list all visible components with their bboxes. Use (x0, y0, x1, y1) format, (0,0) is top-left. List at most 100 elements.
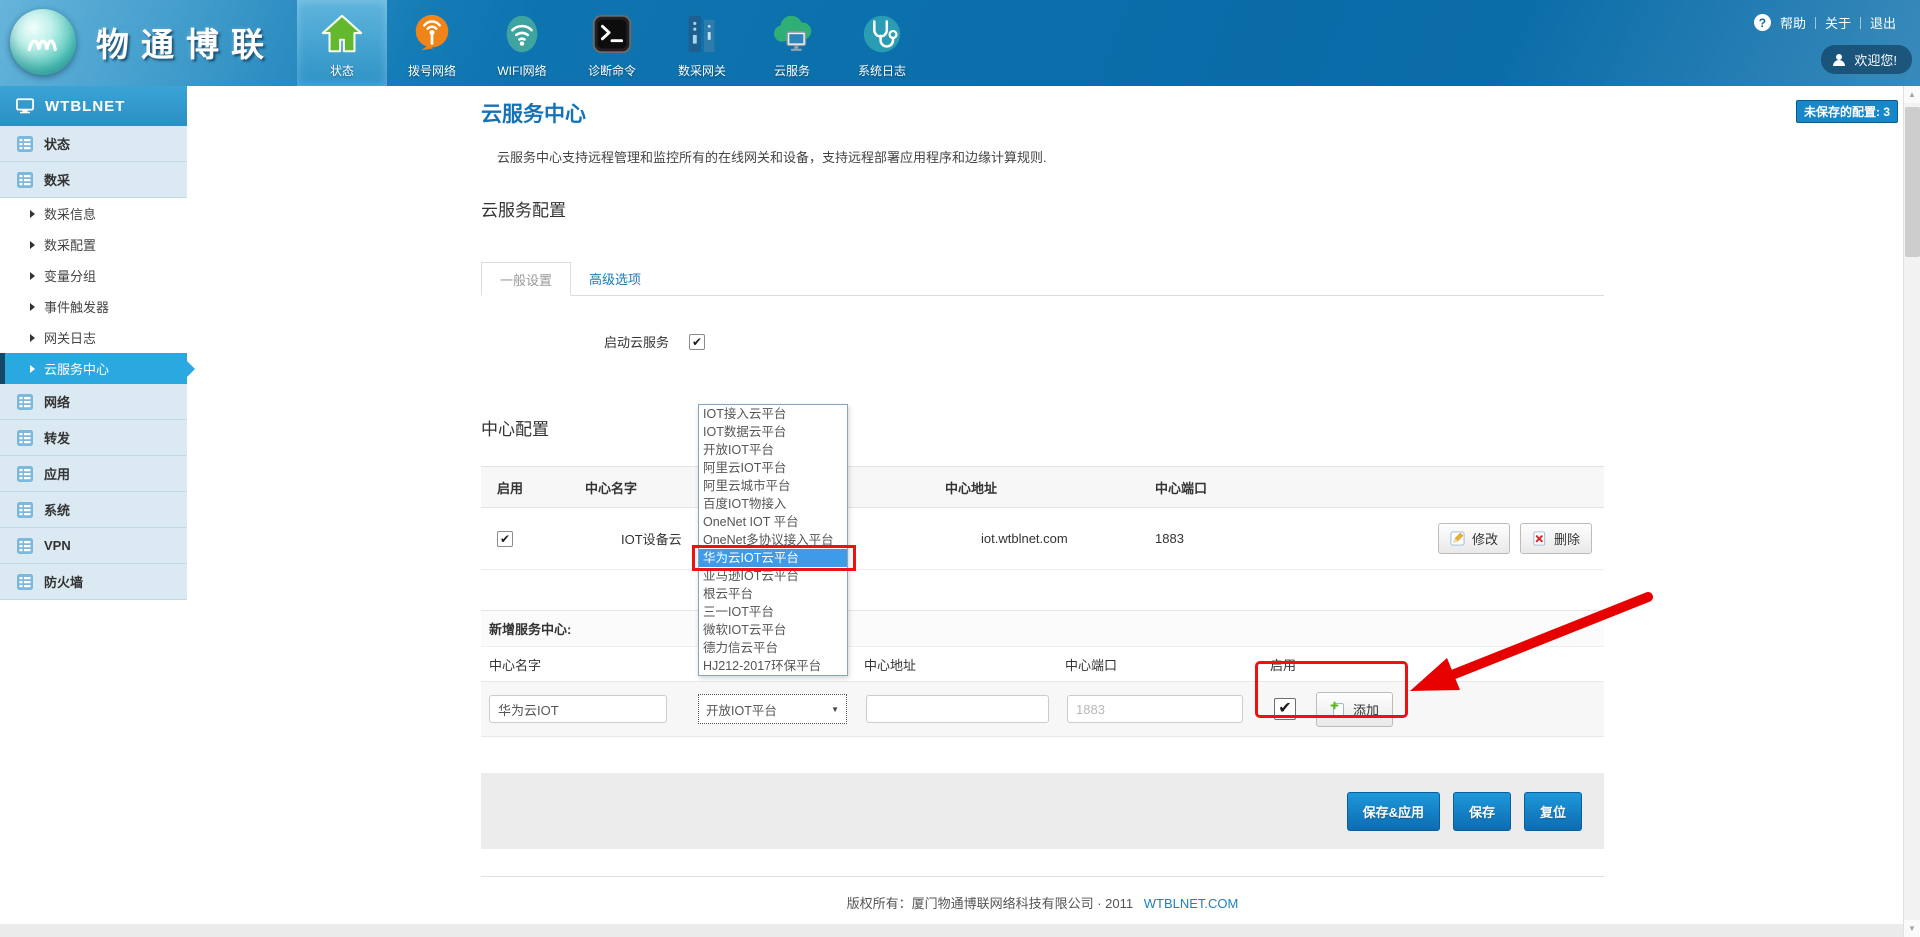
nav-item-cloud-service[interactable]: 云服务 (747, 0, 837, 86)
new-center-enable-checkbox[interactable]: ✔ (1274, 698, 1296, 720)
page-description: 云服务中心支持远程管理和监控所有的在线网关和设备，支持远程部署应用程序和边缘计算… (481, 147, 1604, 166)
sidebar-item-cloud-service-center[interactable]: 云服务中心 (0, 353, 187, 384)
sidebar-item-status[interactable]: 状态 (0, 126, 187, 162)
edit-icon (1450, 531, 1465, 546)
brand-logo: 物通博联 (10, 9, 276, 75)
dropdown-option[interactable]: 微软IOT云平台 (699, 621, 847, 639)
label-center-address: 中心地址 (864, 655, 1065, 674)
dropdown-option[interactable]: OneNet多协议接入平台 (699, 531, 847, 549)
dropdown-option[interactable]: 亚马逊IOT云平台 (699, 567, 847, 585)
scroll-up-icon[interactable]: ▲ (1904, 86, 1920, 103)
nav-item-data-gateway[interactable]: 数采网关 (657, 0, 747, 86)
tab-advanced-options[interactable]: 高级选项 (571, 262, 659, 295)
caret-right-icon (30, 334, 35, 342)
save-apply-button[interactable]: 保存&应用 (1347, 792, 1440, 831)
row-enable-checkbox[interactable]: ✔ (497, 531, 513, 547)
nav-item-status[interactable]: 状态 (297, 0, 387, 86)
nav-label: 拨号网络 (408, 62, 456, 79)
sidebar-item-gateway-log[interactable]: 网关日志 (0, 322, 187, 353)
home-icon (319, 11, 365, 57)
nav-item-diagnostic-command[interactable]: 诊断命令 (567, 0, 657, 86)
cloud-service-icon (769, 11, 815, 57)
nav-label: 云服务 (774, 62, 810, 79)
dropdown-option-highlighted[interactable]: 华为云IOT云平台 (699, 549, 847, 567)
gateway-icon (679, 11, 725, 57)
topbar-links: ? 帮助 关于 退出 (1754, 13, 1896, 32)
sidebar-item-event-trigger[interactable]: 事件触发器 (0, 291, 187, 322)
header-address: 中心地址 (945, 478, 1155, 497)
sidebar-item-data-config[interactable]: 数采配置 (0, 229, 187, 260)
dropdown-option[interactable]: 开放IOT平台 (699, 441, 847, 459)
reset-button[interactable]: 复位 (1524, 792, 1582, 831)
dropdown-option[interactable]: 德力信云平台 (699, 639, 847, 657)
center-config-title: 中心配置 (481, 415, 1604, 440)
enable-cloud-checkbox[interactable]: ✔ (689, 334, 705, 350)
enable-cloud-label: 启动云服务 (604, 332, 669, 351)
about-link[interactable]: 关于 (1825, 13, 1851, 32)
dropdown-option[interactable]: 阿里云IOT平台 (699, 459, 847, 477)
delete-button[interactable]: 删除 (1520, 523, 1592, 554)
sidebar: WTBLNET 状态 数采 数采信息 数采配置 变量分组 事件触发器 网关日志 … (0, 86, 187, 937)
page-title: 云服务中心 (481, 103, 1604, 127)
center-type-select[interactable]: 开放IOT平台 ▼ (698, 694, 847, 724)
list-icon (16, 393, 34, 411)
tab-general-settings[interactable]: 一般设置 (481, 262, 571, 296)
dropdown-option[interactable]: 百度IOT物接入 (699, 495, 847, 513)
tab-bar: 一般设置 高级选项 (481, 262, 1604, 296)
center-name-input[interactable] (489, 695, 667, 723)
dropdown-option[interactable]: 阿里云城市平台 (699, 477, 847, 495)
nav-label: 系统日志 (858, 62, 906, 79)
dropdown-option[interactable]: 三一IOT平台 (699, 603, 847, 621)
dropdown-option[interactable]: OneNet IOT 平台 (699, 513, 847, 531)
sidebar-item-forwarding[interactable]: 转发 (0, 420, 187, 456)
help-link[interactable]: 帮助 (1780, 13, 1806, 32)
sidebar-item-label: 防火墙 (44, 572, 83, 591)
dropdown-option[interactable]: 根云平台 (699, 585, 847, 603)
dropdown-option[interactable]: IOT接入云平台 (699, 405, 847, 423)
sidebar-item-label: 系统 (44, 500, 70, 519)
save-button[interactable]: 保存 (1453, 792, 1511, 831)
table-header-row: 启用 中心名字 中心地址 中心端口 (481, 466, 1604, 508)
delete-icon (1532, 531, 1547, 546)
welcome-user-pill[interactable]: 欢迎您! (1821, 45, 1912, 74)
scrollbar[interactable]: ▲ ▼ (1903, 86, 1920, 937)
sidebar-item-network[interactable]: 网络 (0, 384, 187, 420)
scroll-down-icon[interactable]: ▼ (1904, 920, 1920, 937)
row-center-address: iot.wtblnet.com (945, 531, 1155, 546)
sidebar-item-application[interactable]: 应用 (0, 456, 187, 492)
logout-link[interactable]: 退出 (1870, 13, 1896, 32)
new-center-input-row: 开放IOT平台 ▼ ✔ 添加 (481, 681, 1604, 737)
nav-item-wifi-network[interactable]: WIFI网络 (477, 0, 567, 86)
sidebar-item-variable-group[interactable]: 变量分组 (0, 260, 187, 291)
list-icon (16, 501, 34, 519)
add-icon (1330, 701, 1346, 717)
sidebar-item-label: VPN (44, 538, 71, 553)
syslog-icon (859, 11, 905, 57)
sidebar-item-data-collection[interactable]: 数采 (0, 162, 187, 198)
dropdown-option[interactable]: HJ212-2017环保平台 (699, 657, 847, 675)
scrollbar-thumb[interactable] (1905, 107, 1920, 257)
new-center-title: 新增服务中心: (481, 611, 1604, 647)
list-icon (16, 429, 34, 447)
nav-label: 诊断命令 (588, 62, 636, 79)
dropdown-option[interactable]: IOT数据云平台 (699, 423, 847, 441)
sidebar-item-label: 云服务中心 (44, 359, 109, 378)
center-address-input[interactable] (866, 695, 1049, 723)
caret-right-icon (30, 210, 35, 218)
sidebar-item-label: 状态 (44, 134, 70, 153)
sidebar-item-firewall[interactable]: 防火墙 (0, 564, 187, 600)
nav-item-dialup-network[interactable]: 拨号网络 (387, 0, 477, 86)
caret-right-icon (30, 241, 35, 249)
sidebar-item-data-info[interactable]: 数采信息 (0, 198, 187, 229)
nav-item-system-log[interactable]: 系统日志 (837, 0, 927, 86)
center-port-input[interactable] (1067, 695, 1243, 723)
sidebar-item-system[interactable]: 系统 (0, 492, 187, 528)
sidebar-item-vpn[interactable]: VPN (0, 528, 187, 564)
list-icon (16, 465, 34, 483)
footer-link[interactable]: WTBLNET.COM (1144, 896, 1239, 911)
caret-right-icon (30, 272, 35, 280)
label-enable: 启用 (1270, 655, 1296, 674)
nav-label: 数采网关 (678, 62, 726, 79)
edit-button[interactable]: 修改 (1438, 523, 1510, 554)
add-button[interactable]: 添加 (1316, 692, 1393, 727)
